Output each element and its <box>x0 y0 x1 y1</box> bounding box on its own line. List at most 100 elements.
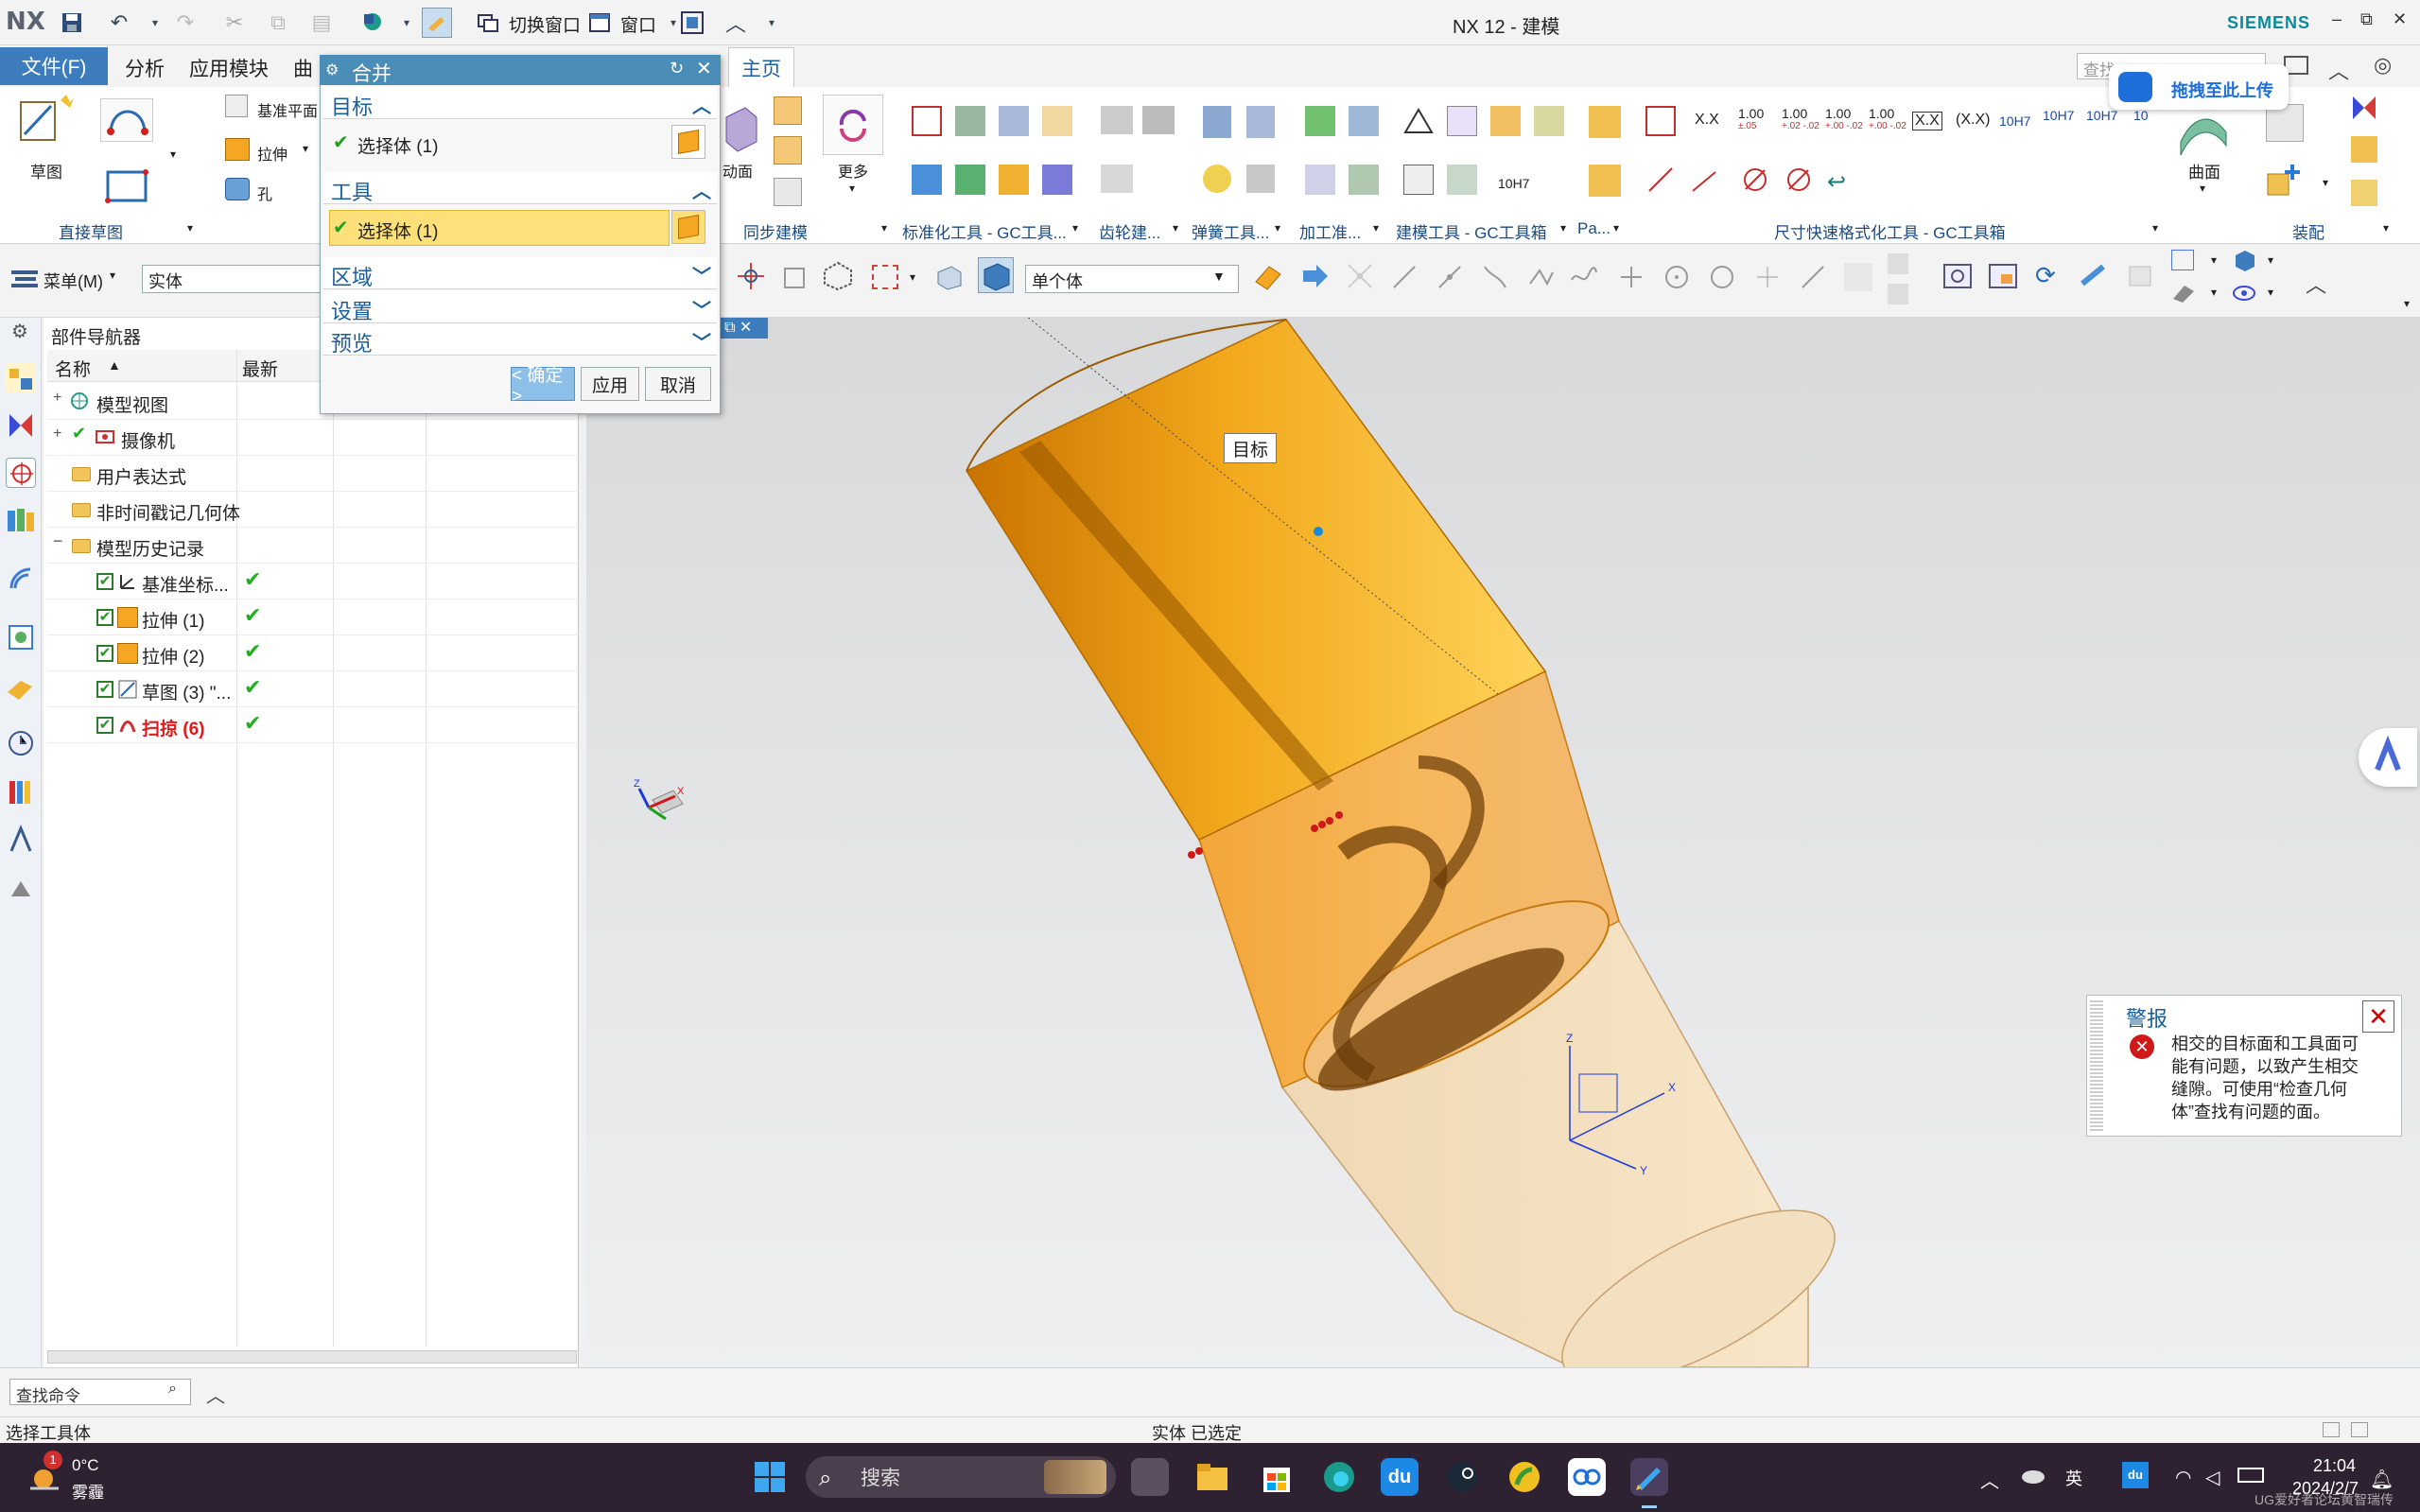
expand-icon[interactable]: + <box>53 426 61 443</box>
column-latest-header[interactable]: 最新 <box>242 356 278 381</box>
settings-section-title[interactable]: 设置 <box>331 295 373 325</box>
sync-tool-3-icon[interactable] <box>774 178 802 206</box>
touch-mode-icon[interactable] <box>357 8 388 38</box>
add-component-icon[interactable] <box>2266 161 2304 199</box>
snap-point-icon[interactable] <box>736 261 766 291</box>
gc-tool-6-icon[interactable] <box>955 165 985 195</box>
gear-tool-2-icon[interactable] <box>1142 106 1175 134</box>
target-section-header[interactable] <box>323 87 717 119</box>
role-icon[interactable] <box>6 825 36 855</box>
gear-tool-3-icon[interactable] <box>1101 165 1133 193</box>
selection-scope-dropdown-icon[interactable]: ▼ <box>1212 269 1226 284</box>
preview-section-header[interactable] <box>323 323 717 356</box>
file-explorer-icon[interactable] <box>1193 1458 1231 1496</box>
group-dim-dropdown[interactable]: ▾ <box>2152 221 2158 235</box>
dim-100-a-label[interactable]: 1.00 <box>1738 106 1764 121</box>
hd3d-tools-icon[interactable] <box>6 564 36 594</box>
baidu-cloud-app-icon[interactable] <box>1568 1458 1606 1496</box>
weather-condition[interactable]: 雾霾 <box>72 1479 104 1503</box>
pa-tool-1-icon[interactable] <box>1589 106 1621 138</box>
snap-bounded-icon[interactable] <box>1888 253 1908 274</box>
pan-icon[interactable] <box>2079 261 2111 291</box>
tab-home[interactable]: 主页 <box>728 47 794 87</box>
toolbar-collapse-icon[interactable]: ︿ <box>2306 269 2326 299</box>
diameter-tool-2-icon[interactable] <box>1784 165 1814 195</box>
extrude-label[interactable]: 拉伸 <box>257 142 287 165</box>
web-browser-icon[interactable] <box>6 622 36 652</box>
visibility-dropdown[interactable]: ▾ <box>2268 286 2273 299</box>
row-checkbox[interactable]: ✔ <box>96 573 113 590</box>
tab-application[interactable]: 应用模块 <box>189 54 269 82</box>
search-highlight-image[interactable] <box>1044 1460 1106 1494</box>
move-face-icon[interactable] <box>723 104 760 161</box>
target-select-body-button[interactable] <box>671 125 705 159</box>
cut-icon[interactable]: ✂ <box>219 8 250 38</box>
cue-expand-icon[interactable]: ︿ <box>206 1381 225 1408</box>
search-icon[interactable]: ⌕ <box>168 1381 177 1398</box>
chevron-down-icon[interactable]: ﹀ <box>692 261 711 288</box>
tray-overflow-icon[interactable]: ︿ <box>1980 1466 1999 1493</box>
row-sketch-3[interactable]: 草图 (3) "... <box>142 679 231 704</box>
expand-icon[interactable]: + <box>53 390 61 407</box>
close-icon[interactable]: ✕ <box>2393 9 2407 29</box>
assembly-tool-1-icon[interactable] <box>2266 104 2304 142</box>
gc-grid-icon[interactable] <box>999 106 1029 136</box>
toolbar-options-icon[interactable]: ▾ <box>2404 297 2410 310</box>
assembly-tool-4-icon[interactable] <box>2351 180 2377 206</box>
snap-on-curve-icon[interactable] <box>1799 263 1827 291</box>
battery-icon[interactable] <box>2237 1468 2264 1483</box>
fit-10h7-c[interactable]: 10H7 <box>2086 108 2117 123</box>
palette-icon[interactable] <box>6 777 36 808</box>
assembly-dropdown-icon[interactable]: ▾ <box>2323 176 2328 189</box>
orient-view-icon[interactable] <box>2124 261 2156 291</box>
cancel-button[interactable]: 取消 <box>645 367 711 401</box>
tab-file[interactable]: 文件(F) <box>0 47 108 85</box>
view-cube-dropdown[interactable]: ▾ <box>2268 253 2273 267</box>
surface-dropdown-icon[interactable]: ▾ <box>2200 182 2205 195</box>
datum-plane-label[interactable]: 基准平面 <box>257 98 318 121</box>
tool-select-body[interactable]: 选择体 (1) <box>357 217 439 243</box>
spring-tool-4-icon[interactable] <box>1246 165 1275 193</box>
restore-icon[interactable]: ⧉ <box>2360 9 2373 29</box>
switch-window-icon[interactable] <box>473 8 503 38</box>
group-standard-dropdown[interactable]: ▾ <box>1072 221 1078 235</box>
clock-time[interactable]: 21:04 <box>2313 1456 2356 1476</box>
sync-tool-1-icon[interactable] <box>774 96 802 125</box>
diameter-tool-icon[interactable] <box>1740 165 1770 195</box>
hole-label[interactable]: 孔 <box>257 182 272 204</box>
gc-tool-5-icon[interactable] <box>912 165 942 195</box>
collapse-ribbon-icon[interactable]: ︿ <box>2328 55 2349 85</box>
surface-icon[interactable] <box>2177 104 2230 157</box>
graphics-window[interactable]: Z X Y Z X 目标 <box>586 318 2420 1367</box>
sketch-icon[interactable] <box>15 93 76 151</box>
table-tool-icon[interactable] <box>1447 106 1477 136</box>
menu-icon[interactable] <box>11 269 38 289</box>
rectangle-select-icon[interactable] <box>872 265 898 289</box>
tool-section-header[interactable] <box>323 172 717 204</box>
surface-label[interactable]: 曲面 <box>2188 159 2220 182</box>
snap-curve-icon[interactable] <box>1570 263 1598 291</box>
sketch-more-icon[interactable]: ▾ <box>170 148 176 161</box>
history-icon[interactable] <box>6 673 36 704</box>
alert-close-button[interactable]: ✕ <box>2362 1000 2394 1033</box>
collapse-icon[interactable]: − <box>53 531 63 551</box>
customize-qa-icon[interactable]: ▾ <box>757 8 787 38</box>
row-extrude-2[interactable]: 拉伸 (2) <box>142 643 205 669</box>
row-unused-geometry[interactable]: 非时间戳记几何体 <box>96 499 240 525</box>
snap-midpoint-icon[interactable] <box>1436 263 1464 291</box>
gc-note-icon[interactable] <box>1042 106 1072 136</box>
row-checkbox[interactable]: ✔ <box>96 717 113 734</box>
more-dropdown-icon[interactable]: ▾ <box>849 182 855 195</box>
rectangle-select-dropdown[interactable]: ▾ <box>910 270 915 284</box>
zoom-icon[interactable] <box>1988 261 2020 291</box>
tool-select-body-button[interactable] <box>671 210 705 244</box>
assembly-navigator-icon[interactable] <box>6 363 36 393</box>
spring-tool-2-icon[interactable] <box>1246 106 1275 138</box>
dim-100-c-label[interactable]: 1.00 <box>1825 106 1851 121</box>
select-solid-icon[interactable] <box>978 257 1014 293</box>
dim-format-icon[interactable] <box>1645 106 1676 136</box>
resource-settings-icon[interactable]: ⚙ <box>11 320 28 343</box>
edit-section-dropdown[interactable]: ▾ <box>2211 286 2217 299</box>
gc-tool-icon[interactable] <box>912 106 942 136</box>
triangle-tool-icon[interactable] <box>1403 106 1434 136</box>
